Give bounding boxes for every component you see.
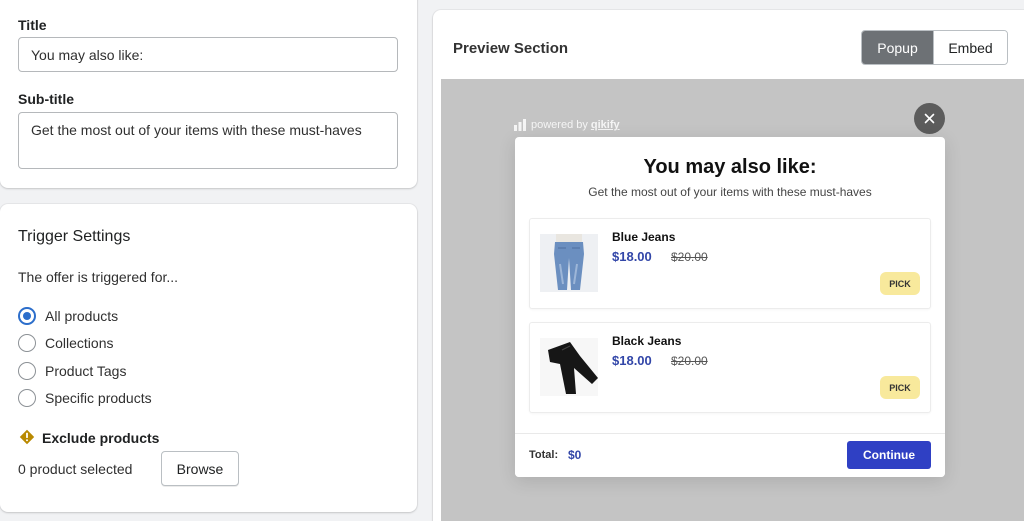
popup-title: You may also like: xyxy=(643,156,817,178)
radio-all-products[interactable]: All products xyxy=(18,307,118,325)
tab-popup[interactable]: Popup xyxy=(862,31,933,64)
product-image-blue-jeans xyxy=(540,234,598,292)
radio-button[interactable] xyxy=(18,389,36,407)
powered-by-text: powered by xyxy=(531,119,588,131)
browse-button[interactable]: Browse xyxy=(161,451,239,486)
total-value: $0 xyxy=(568,448,582,462)
pick-button[interactable]: PICK xyxy=(880,272,920,295)
preview-card: Preview Section Popup Embed powered by q… xyxy=(433,10,1024,521)
powered-by: powered by qikify xyxy=(514,119,620,131)
product-image-black-jeans xyxy=(540,338,598,396)
total-label: Total: xyxy=(529,449,559,461)
product-card: Blue Jeans $18.00 $20.00 PICK xyxy=(529,218,931,309)
title-input[interactable]: You may also like: xyxy=(18,37,398,72)
preview-mode-toggle: Popup Embed xyxy=(861,30,1008,65)
radio-label: Specific products xyxy=(45,390,152,406)
upsell-popup: You may also like: Get the most out of y… xyxy=(515,137,945,477)
radio-button-selected[interactable] xyxy=(18,307,36,325)
preview-stage: powered by qikify You may also like: Get… xyxy=(441,79,1024,521)
product-price: $18.00 xyxy=(612,353,652,368)
radio-button[interactable] xyxy=(18,362,36,380)
radio-label: Collections xyxy=(45,335,114,351)
trigger-settings-heading: Trigger Settings xyxy=(18,228,131,245)
offer-text-card: Title You may also like: Sub-title Get t… xyxy=(0,0,417,188)
title-label: Title xyxy=(18,17,47,33)
warning-icon xyxy=(19,429,35,445)
product-price: $18.00 xyxy=(612,249,652,264)
radio-label: All products xyxy=(45,308,119,324)
radio-label: Product Tags xyxy=(45,363,127,379)
exclude-products-label: Exclude products xyxy=(42,430,160,446)
continue-button[interactable]: Continue xyxy=(847,441,931,469)
product-name: Blue Jeans xyxy=(612,230,676,244)
radio-collections[interactable]: Collections xyxy=(18,334,113,352)
tab-embed[interactable]: Embed xyxy=(933,31,1007,64)
popup-subtitle: Get the most out of your items with thes… xyxy=(588,185,872,199)
product-card: Black Jeans $18.00 $20.00 PICK xyxy=(529,322,931,413)
trigger-description: The offer is triggered for... xyxy=(18,269,179,285)
close-popup-button[interactable] xyxy=(914,103,945,134)
subtitle-label: Sub-title xyxy=(18,91,74,107)
popup-footer: Total: $0 Continue xyxy=(515,433,945,477)
close-icon xyxy=(924,113,935,124)
preview-heading: Preview Section xyxy=(453,40,569,57)
radio-specific-products[interactable]: Specific products xyxy=(18,389,152,407)
product-name: Black Jeans xyxy=(612,334,682,348)
bar-chart-icon xyxy=(514,119,526,131)
subtitle-input[interactable]: Get the most out of your items with thes… xyxy=(18,112,398,169)
product-compare-price: $20.00 xyxy=(671,354,708,368)
product-compare-price: $20.00 xyxy=(671,250,708,264)
product-selected-count: 0 product selected xyxy=(18,461,133,477)
radio-product-tags[interactable]: Product Tags xyxy=(18,362,126,380)
radio-button[interactable] xyxy=(18,334,36,352)
trigger-settings-card: Trigger Settings The offer is triggered … xyxy=(0,204,417,512)
brand-link[interactable]: qikify xyxy=(591,119,620,131)
pick-button[interactable]: PICK xyxy=(880,376,920,399)
